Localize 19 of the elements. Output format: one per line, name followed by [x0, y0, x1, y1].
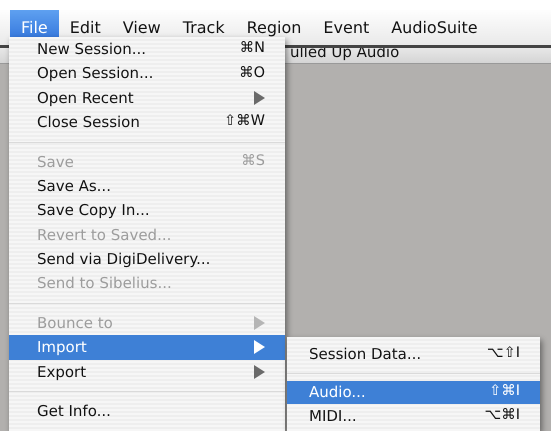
shortcut-label: ⌥⌘I: [484, 406, 520, 425]
shortcut-label: ⌘S: [241, 152, 265, 171]
menu-item[interactable]: Open Session... ⌘O: [9, 61, 285, 86]
shortcut-label: ⌘O: [239, 64, 265, 83]
menu-item[interactable]: Save Copy In...: [9, 198, 285, 223]
menu-item[interactable]: Session Data... ⌥⇧I: [287, 342, 540, 366]
menu-item[interactable]: Open Recent: [9, 86, 285, 110]
shortcut-label: ⌥⇧I: [486, 344, 520, 363]
shortcut-label: ⇧⌘W: [224, 112, 265, 132]
menu-item[interactable]: Get Info...: [9, 399, 285, 424]
menu-item[interactable]: Audio... ⇧⌘I: [287, 380, 540, 404]
shortcut-label: ⇧⌘I: [489, 382, 520, 402]
menu-item[interactable]: Import: [9, 335, 285, 360]
menu-item[interactable]: Close Session ⇧⌘W: [9, 110, 285, 135]
menu-item[interactable]: Send via DigiDelivery...: [9, 247, 285, 272]
menu-item[interactable]: Save As...: [9, 174, 285, 198]
menu-item[interactable]: MIDI... ⌥⌘I: [287, 404, 540, 428]
menu-item[interactable]: Export: [9, 360, 285, 384]
shortcut-label: ⌘N: [240, 39, 265, 58]
